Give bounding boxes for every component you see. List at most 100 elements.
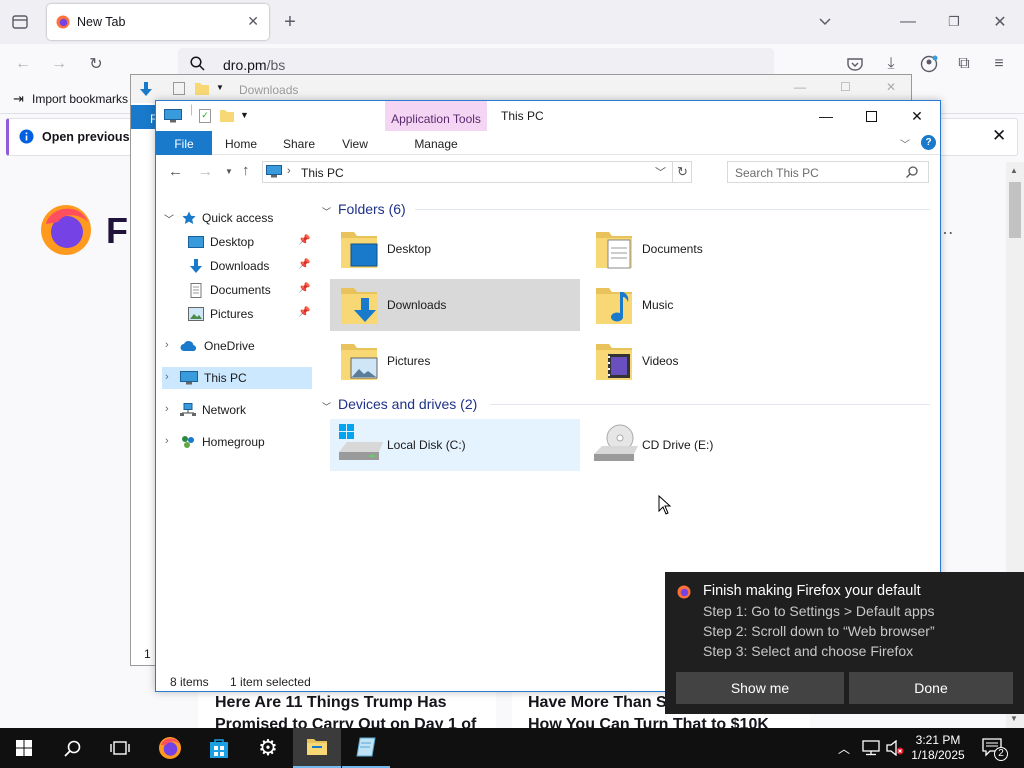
article-card-1[interactable]: Here Are 11 Things Trump Has Promised to… — [198, 686, 496, 730]
scroll-up-icon[interactable]: ▲ — [1010, 166, 1018, 175]
collapse-devices-icon[interactable]: ﹀ — [322, 400, 331, 413]
forward-icon[interactable]: → — [48, 53, 70, 75]
nav-this-pc[interactable]: This PC — [180, 367, 247, 389]
tab-file[interactable]: File — [156, 131, 212, 155]
restore-icon[interactable]: ❐ — [943, 11, 965, 33]
help-icon[interactable]: ? — [921, 135, 936, 150]
nav-documents[interactable]: Documents — [188, 279, 271, 301]
folders-group-header[interactable]: Folders (6) — [338, 199, 406, 219]
close-icon[interactable]: ✕ — [886, 80, 896, 94]
folder-icon[interactable] — [195, 81, 209, 95]
pin-icon[interactable]: 📌 — [298, 283, 310, 294]
drive-tile-local-disk[interactable]: Local Disk (C:) — [330, 419, 580, 471]
close-window-icon[interactable]: ✕ — [989, 11, 1011, 33]
refresh-icon[interactable]: ↻ — [677, 164, 688, 180]
tab-view[interactable]: View — [332, 131, 378, 155]
properties-icon[interactable]: ✓ — [199, 109, 211, 123]
clock[interactable]: 3:21 PM 1/18/2025 — [906, 733, 970, 763]
address-dropdown-icon[interactable]: ﹀ — [655, 164, 666, 180]
forward-icon[interactable]: → — [198, 163, 213, 180]
search-input[interactable]: Search This PC — [727, 161, 929, 183]
import-bookmarks-link[interactable]: Import bookmarks — [32, 92, 128, 106]
pin-icon[interactable]: 📌 — [298, 259, 310, 270]
maximize-icon[interactable] — [848, 101, 894, 131]
minimize-icon[interactable]: — — [803, 101, 849, 131]
back-icon[interactable]: ← — [12, 53, 34, 75]
minimize-icon[interactable]: — — [794, 80, 806, 94]
extensions-icon[interactable]: ⧉ — [953, 53, 975, 75]
maximize-icon[interactable]: ☐ — [840, 80, 851, 94]
breadcrumb-separator-icon[interactable]: › — [287, 165, 291, 177]
breadcrumb-this-pc[interactable]: This PC — [301, 166, 344, 180]
task-view-button[interactable] — [96, 728, 144, 768]
search-button[interactable] — [48, 728, 96, 768]
nav-pictures[interactable]: Pictures — [188, 303, 253, 325]
account-icon[interactable] — [918, 53, 940, 75]
minimize-icon[interactable]: — — [897, 11, 919, 33]
expand-network-icon[interactable]: › — [165, 403, 169, 415]
reload-icon[interactable]: ↻ — [85, 53, 107, 75]
nav-homegroup[interactable]: Homegroup — [180, 431, 265, 453]
tab-home[interactable]: Home — [216, 131, 266, 155]
folder-tile-music[interactable]: Music — [585, 279, 835, 331]
recent-locations-icon[interactable]: ▼ — [225, 167, 233, 176]
quick-access-dropdown-icon[interactable]: ▼ — [216, 83, 224, 92]
chevron-down-icon[interactable] — [814, 11, 836, 33]
new-tab-icon[interactable]: + — [279, 11, 301, 33]
folder-tile-desktop[interactable]: Desktop — [330, 223, 580, 275]
drive-tile-cd-drive[interactable]: CD Drive (E:) — [585, 419, 835, 471]
taskbar-firefox[interactable] — [146, 728, 194, 768]
done-button[interactable]: Done — [849, 672, 1013, 704]
nav-desktop[interactable]: Desktop — [188, 231, 254, 253]
expand-onedrive-icon[interactable]: › — [165, 339, 169, 351]
scroll-thumb[interactable] — [1009, 182, 1021, 238]
application-tools-tab[interactable]: Application Tools — [385, 101, 487, 131]
start-button[interactable] — [0, 728, 48, 768]
taskbar-settings[interactable]: ⚙ — [244, 728, 292, 768]
nav-downloads[interactable]: Downloads — [188, 255, 269, 277]
close-icon[interactable]: ✕ — [894, 101, 940, 131]
close-infobar-icon[interactable]: ✕ — [992, 126, 1006, 146]
show-hidden-icons-icon[interactable]: ︿ — [838, 740, 850, 757]
devices-group-header[interactable]: Devices and drives (2) — [338, 394, 477, 414]
nav-label: Pictures — [210, 307, 254, 321]
volume-muted-icon[interactable] — [886, 740, 904, 756]
up-icon[interactable]: ↑ — [242, 162, 250, 179]
tab-list-icon[interactable] — [9, 11, 31, 33]
close-tab-icon[interactable]: ✕ — [247, 13, 259, 30]
browser-tab[interactable]: New Tab ✕ — [47, 4, 269, 40]
show-me-button[interactable]: Show me — [676, 672, 844, 704]
expand-this-pc-icon[interactable]: › — [165, 371, 169, 383]
pin-icon[interactable]: 📌 — [298, 307, 310, 318]
nav-onedrive[interactable]: OneDrive — [180, 335, 255, 357]
nav-network[interactable]: Network — [180, 399, 246, 421]
menu-icon[interactable]: ≡ — [988, 53, 1010, 75]
taskbar: ⚙ ︿ 3:21 PM 1/18/2025 2 — [0, 728, 1024, 768]
expand-homegroup-icon[interactable]: › — [165, 435, 169, 447]
nav-quick-access[interactable]: Quick access — [182, 207, 273, 229]
taskbar-store[interactable] — [195, 728, 243, 768]
tab-share[interactable]: Share — [274, 131, 324, 155]
expand-quick-access-icon[interactable]: ﹀ — [164, 211, 174, 226]
download-icon[interactable]: ⤓ — [880, 53, 902, 75]
scroll-down-icon[interactable]: ▼ — [1010, 714, 1018, 723]
firefox-tab-bar: New Tab ✕ + — ❐ ✕ — [0, 0, 1024, 44]
back-window-file-tab[interactable]: F — [131, 105, 157, 129]
expand-ribbon-icon[interactable]: ﹀ — [900, 136, 910, 151]
taskbar-app[interactable] — [342, 728, 390, 768]
folder-tile-pictures[interactable]: Pictures — [330, 335, 580, 387]
folder-tile-documents[interactable]: Documents — [585, 223, 835, 275]
properties-icon[interactable] — [173, 82, 185, 95]
folder-tile-downloads[interactable]: Downloads — [330, 279, 580, 331]
network-status-icon[interactable] — [862, 740, 880, 756]
tab-manage[interactable]: Manage — [385, 131, 487, 155]
back-icon[interactable]: ← — [168, 163, 183, 180]
taskbar-file-explorer[interactable] — [293, 728, 341, 768]
pin-icon[interactable]: 📌 — [298, 235, 310, 246]
collapse-folders-icon[interactable]: ﹀ — [322, 205, 331, 218]
new-folder-icon[interactable] — [220, 108, 234, 122]
folder-tile-videos[interactable]: Videos — [585, 335, 835, 387]
pocket-icon[interactable] — [844, 53, 866, 75]
customize-dropdown-icon[interactable]: ▼ — [240, 110, 249, 120]
address-bar[interactable]: › This PC ﹀ ↻ — [262, 161, 692, 183]
